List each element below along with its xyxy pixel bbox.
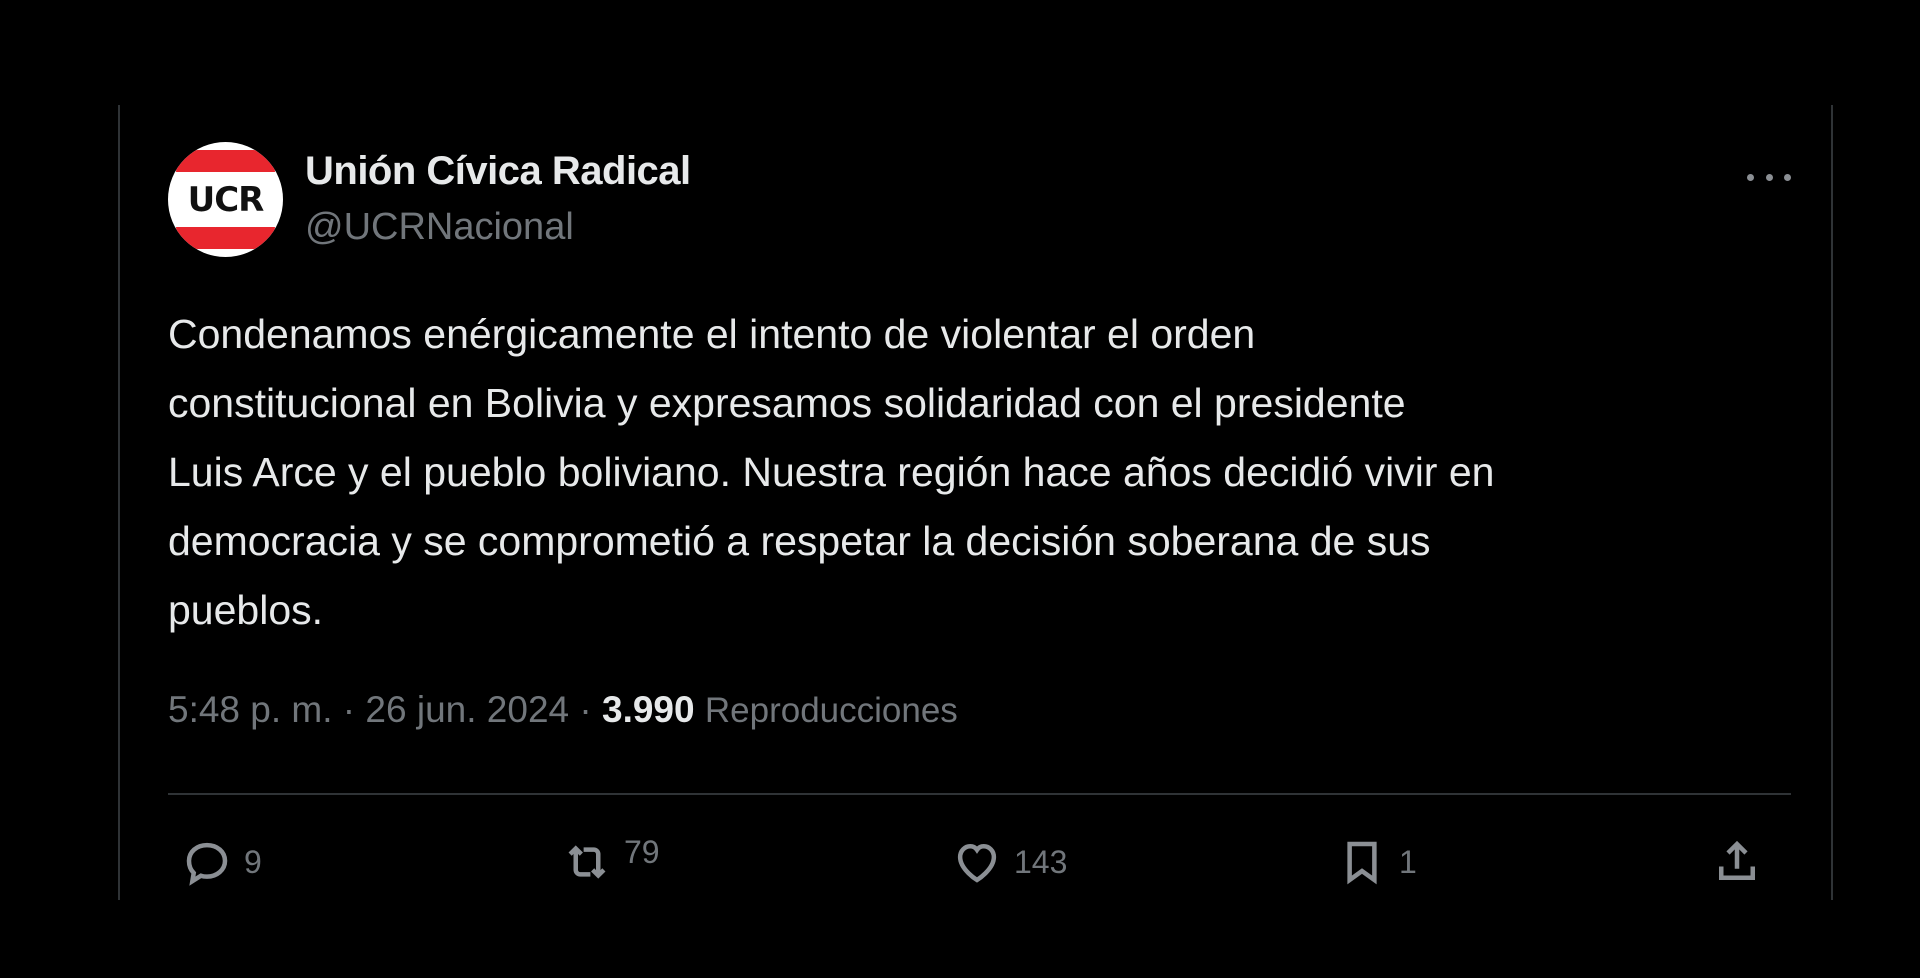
tweet-meta: 5:48 p. m. · 26 jun. 2024 · 3.990 Reprod…: [168, 689, 958, 731]
like-count: 143: [1014, 843, 1068, 880]
share-icon: [1719, 840, 1755, 880]
reply-count: 9: [244, 843, 262, 880]
tweet-text: Condenamos enérgicamente el intento de v…: [168, 311, 1495, 633]
more-options-button[interactable]: [1747, 165, 1791, 189]
more-horizontal-icon-dot: [1765, 173, 1773, 181]
avatar[interactable]: UCR: [168, 142, 283, 257]
more-horizontal-icon: [1747, 173, 1754, 181]
like-button[interactable]: 143: [950, 835, 1067, 889]
more-horizontal-icon-dot: [1784, 173, 1791, 181]
meta-separator: ·: [332, 689, 366, 730]
views-label: Reproducciones: [704, 691, 958, 730]
bookmark-count: 1: [1399, 843, 1417, 880]
divider: [168, 793, 1791, 795]
user-handle[interactable]: @UCRNacional: [305, 206, 574, 249]
views-count: 3.990: [602, 689, 695, 730]
bookmark-icon: [1347, 841, 1377, 885]
retweet-button[interactable]: 79: [560, 833, 660, 889]
display-name[interactable]: Unión Cívica Radical: [305, 149, 691, 194]
retweet-icon: [568, 845, 606, 879]
avatar-stripe-top: [176, 150, 275, 172]
avatar-stripe-bottom: [176, 227, 275, 249]
tweet-date[interactable]: 26 jun. 2024: [365, 689, 569, 730]
heart-icon: [957, 843, 997, 883]
meta-separator: ·: [569, 689, 602, 730]
tweet-time[interactable]: 5:48 p. m.: [168, 689, 333, 730]
share-button[interactable]: [1710, 835, 1764, 889]
reply-icon: [186, 842, 228, 886]
reply-button[interactable]: 9: [180, 835, 262, 889]
tweet-card[interactable]: UCR Unión Cívica Radical @UCRNacional Co…: [118, 105, 1833, 900]
avatar-logo-text: UCR: [187, 180, 265, 220]
retweet-count: 79: [624, 833, 660, 870]
bookmark-button[interactable]: 1: [1335, 835, 1417, 889]
